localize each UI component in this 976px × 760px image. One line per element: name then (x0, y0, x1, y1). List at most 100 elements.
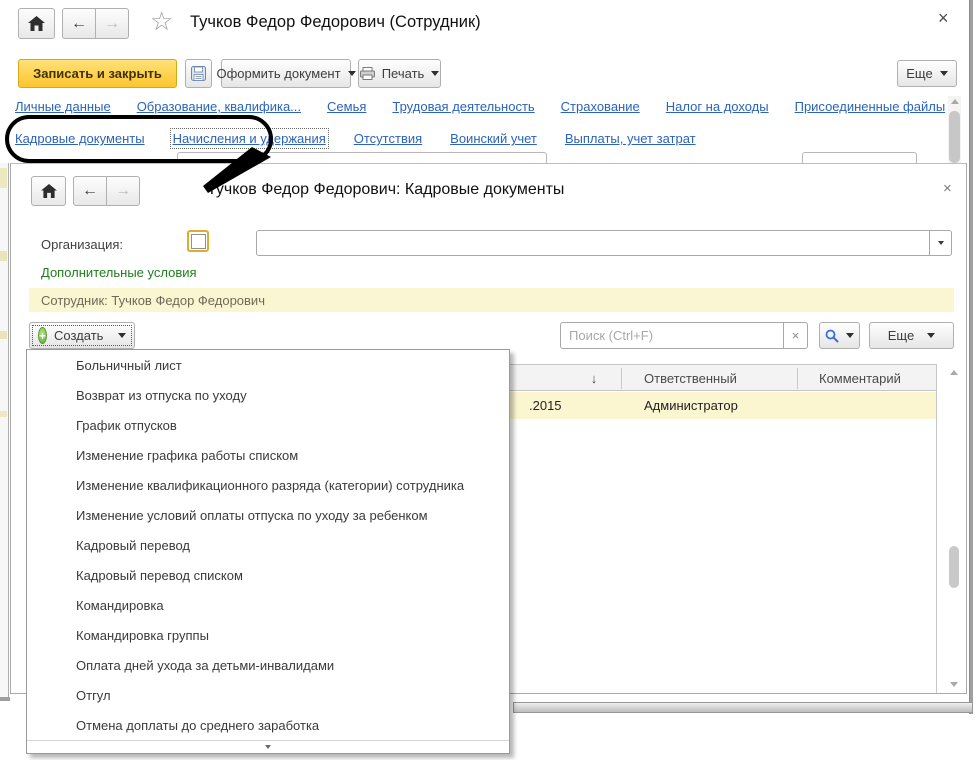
menu-item-qualification-change[interactable]: Изменение квалификационного разряда (кат… (27, 470, 509, 500)
print-icon (360, 67, 375, 80)
tab-education[interactable]: Образование, квалифика... (137, 99, 301, 114)
back-button[interactable]: ← (62, 8, 96, 39)
home-button[interactable] (18, 8, 55, 39)
employee-bar: Сотрудник: Тучков Федор Федорович (29, 288, 954, 312)
search-input[interactable] (561, 323, 783, 348)
save-close-label: Записать и закрыть (33, 66, 162, 81)
more-label: Еще (888, 328, 914, 343)
table-scrollbar[interactable] (943, 364, 965, 693)
tab-work-activity[interactable]: Трудовая деятельность (392, 99, 534, 114)
chevron-down-icon (118, 333, 126, 338)
chevron-down-icon (940, 71, 948, 76)
window2-close-icon[interactable]: × (943, 180, 952, 197)
menu-item-hr-transfer[interactable]: Кадровый перевод (27, 530, 509, 560)
forward-button[interactable]: → (106, 176, 140, 206)
menu-item-return-from-leave[interactable]: Возврат из отпуска по уходу (27, 380, 509, 410)
sort-arrow-icon: ↓ (591, 371, 598, 386)
additional-conditions-link[interactable]: Дополнительные условия (41, 265, 197, 280)
create-label: Создать (54, 328, 103, 343)
home-icon (41, 184, 57, 198)
menu-item-childcare-pay-change[interactable]: Изменение условий оплаты отпуска по уход… (27, 500, 509, 530)
chevron-down-icon (846, 333, 854, 338)
tabs-row-1: Личные данные Образование, квалифика... … (15, 99, 945, 114)
tab-insurance[interactable]: Страхование (561, 99, 640, 114)
back-icon: ← (82, 182, 98, 200)
window2-title: Тучков Федор Федорович: Кадровые докумен… (207, 181, 564, 199)
employee-bar-text: Сотрудник: Тучков Федор Федорович (41, 293, 265, 308)
combo-dropdown-button[interactable] (929, 231, 951, 255)
search-clear-button[interactable]: × (783, 323, 807, 348)
create-document-label: Оформить документ (216, 66, 340, 81)
menu-item-work-schedule-change-list[interactable]: Изменение графика работы списком (27, 440, 509, 470)
tab-attached-files[interactable]: Присоединенные файлы (795, 99, 946, 114)
tab-accruals-deductions[interactable]: Начисления и удержания (173, 131, 326, 146)
window1-left-remnant-cap (0, 697, 10, 701)
scroll-down-icon (265, 745, 271, 749)
window1-left-remnant (0, 163, 9, 697)
tab-hr-documents[interactable]: Кадровые документы (15, 131, 145, 146)
organization-checkbox[interactable] (187, 230, 209, 252)
home-button[interactable] (31, 176, 66, 206)
organization-label: Организация: (41, 237, 123, 252)
favorite-star-icon[interactable]: ☆ (150, 6, 173, 37)
window1-close-icon[interactable]: × (938, 8, 949, 29)
scrollbar-thumb[interactable] (949, 111, 960, 163)
search-options-button[interactable] (819, 322, 860, 349)
tab-family[interactable]: Семья (327, 99, 366, 114)
scroll-up-icon[interactable] (950, 370, 958, 375)
menu-item-disabled-children-care-pay[interactable]: Оплата дней ухода за детьми-инвалидами (27, 650, 509, 680)
column-separator[interactable] (621, 368, 622, 389)
save-close-button[interactable]: Записать и закрыть (18, 59, 177, 88)
print-label: Печать (382, 66, 425, 81)
forward-icon: → (104, 15, 120, 33)
menu-item-cancel-average-pay-supplement[interactable]: Отмена доплаты до среднего заработка (27, 710, 509, 740)
menu-item-business-trip[interactable]: Командировка (27, 590, 509, 620)
cutoff-field (177, 152, 547, 163)
tabs-row-2: Кадровые документы Начисления и удержани… (15, 131, 696, 146)
organization-combo[interactable] (256, 230, 952, 256)
create-menu: Больничный лист Возврат из отпуска по ух… (26, 349, 510, 754)
back-button[interactable]: ← (73, 176, 107, 206)
window1-right-border (969, 0, 973, 714)
tab-military-registration[interactable]: Воинский учет (450, 131, 537, 146)
search-wrap: × (560, 322, 808, 349)
menu-item-hr-transfer-list[interactable]: Кадровый перевод списком (27, 560, 509, 590)
column-header-responsible[interactable]: Ответственный (644, 365, 737, 392)
menu-item-group-business-trip[interactable]: Командировка группы (27, 620, 509, 650)
window2-more-button[interactable]: Еще (869, 322, 954, 349)
tab-income-tax[interactable]: Налог на доходы (666, 99, 769, 114)
checkbox-box (191, 234, 206, 249)
forward-button[interactable]: → (95, 8, 129, 39)
column-separator[interactable] (797, 368, 798, 389)
save-icon (191, 66, 206, 81)
menu-item-sick-leave[interactable]: Больничный лист (27, 350, 509, 380)
home-icon (28, 16, 45, 31)
chevron-down-icon (348, 71, 356, 76)
column-header-comment[interactable]: Комментарий (819, 365, 901, 392)
menu-item-time-off[interactable]: Отгул (27, 680, 509, 710)
window1-scrollbar[interactable] (948, 96, 961, 163)
back-icon: ← (71, 15, 87, 33)
sort-indicator[interactable]: ↓ (574, 365, 614, 392)
window1-bottom-bar (513, 702, 973, 713)
menu-scroll-down[interactable] (27, 740, 509, 753)
tab-personal-data[interactable]: Личные данные (15, 99, 111, 114)
create-button[interactable]: + Создать (29, 322, 135, 349)
tab-payments-costs[interactable]: Выплаты, учет затрат (565, 131, 696, 146)
scroll-down-icon[interactable] (950, 682, 958, 687)
menu-item-vacation-schedule[interactable]: График отпусков (27, 410, 509, 440)
print-button[interactable]: Печать (358, 59, 441, 88)
create-document-button[interactable]: Оформить документ (221, 59, 351, 88)
forward-icon: → (115, 182, 131, 200)
window1-title: Тучков Федор Федорович (Сотрудник) (190, 13, 481, 32)
screen: ← → ☆ Тучков Федор Федорович (Сотрудник)… (0, 0, 976, 760)
window1-more-button[interactable]: Еще (897, 60, 957, 87)
cell-date: .2015 (529, 392, 562, 419)
chevron-down-icon (938, 241, 944, 245)
search-clear-icon: × (792, 328, 800, 343)
scrollbar-thumb[interactable] (949, 546, 959, 588)
tab-absences[interactable]: Отсутствия (354, 131, 422, 146)
search-lens-icon (825, 329, 839, 343)
cell-responsible: Администратор (644, 392, 738, 419)
save-button[interactable] (185, 59, 212, 88)
